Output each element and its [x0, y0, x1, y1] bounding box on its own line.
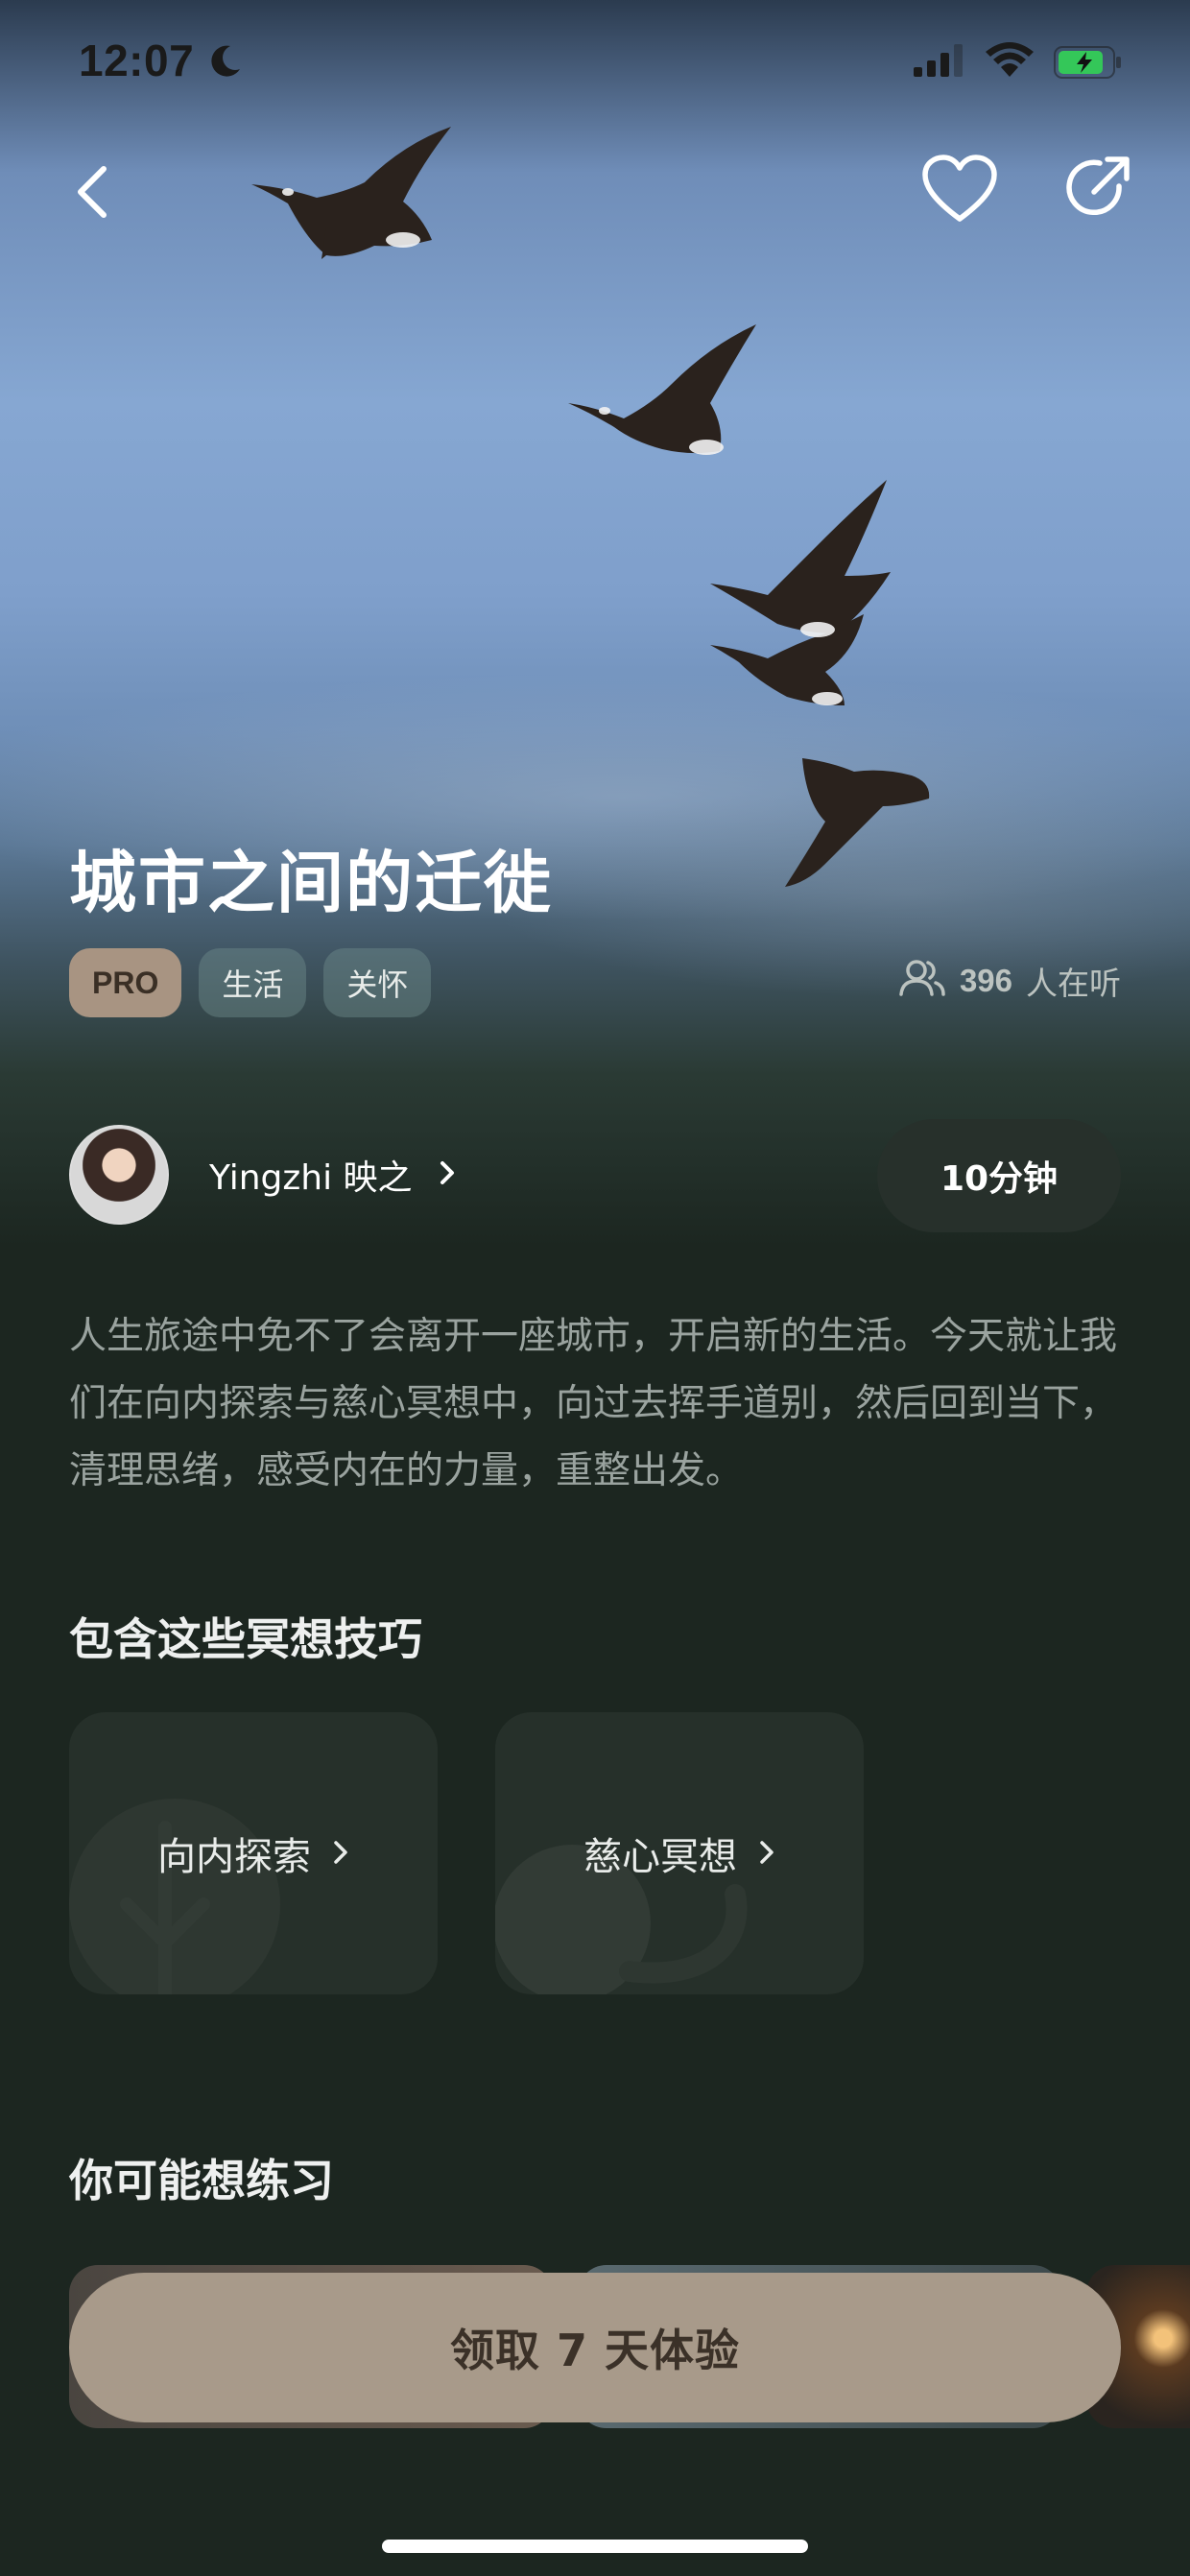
moon-icon [205, 42, 244, 84]
description: 人生旅途中免不了会离开一座城市，开启新的生活。今天就让我们在向内探索与慈心冥想中… [69, 1315, 1118, 1492]
back-chevron-icon[interactable] [65, 154, 123, 230]
geese-illustration [251, 127, 930, 887]
listener-suffix: 人在听 [1026, 965, 1121, 1002]
listener-count: 396 人在听 [898, 958, 1121, 1004]
home-indicator [382, 2540, 808, 2553]
listener-number: 396 [959, 963, 1012, 998]
status-bar: 12:07 [0, 0, 1190, 125]
battery-charging-icon [1054, 46, 1123, 83]
free-trial-button[interactable]: 领取 7 天体验 [69, 2273, 1121, 2422]
technique-label: 向内探索 [157, 1835, 311, 1879]
tag-list: PRO 生活 关怀 [69, 948, 432, 1017]
author-row[interactable]: Yingzhi 映之 [69, 1125, 457, 1225]
recommendations-section-title: 你可能想练习 [69, 2155, 334, 2206]
share-icon[interactable] [1059, 150, 1136, 227]
author-name: Yingzhi 映之 [209, 1158, 413, 1198]
technique-card[interactable]: 向内探索 [69, 1712, 438, 1994]
category-tag[interactable]: 关怀 [323, 948, 432, 1017]
hero-image [0, 0, 1190, 1248]
page-title: 城市之间的迁徙 [69, 844, 553, 922]
status-time: 12:07 [79, 36, 195, 85]
cellular-signal-icon [914, 44, 967, 81]
techniques-section-title: 包含这些冥想技巧 [69, 1613, 422, 1665]
technique-label: 慈心冥想 [583, 1835, 737, 1879]
users-icon [898, 958, 946, 1004]
chevron-right-icon [758, 1831, 775, 1875]
avatar [69, 1125, 169, 1225]
technique-card[interactable]: 慈心冥想 [495, 1712, 864, 1994]
wifi-icon [985, 42, 1035, 83]
heart-icon[interactable] [921, 154, 998, 225]
pro-tag: PRO [69, 948, 182, 1017]
category-tag[interactable]: 生活 [199, 948, 307, 1017]
duration-pill: 10分钟 [877, 1119, 1121, 1232]
chevron-right-icon [438, 1158, 457, 1191]
chevron-right-icon [332, 1831, 349, 1875]
